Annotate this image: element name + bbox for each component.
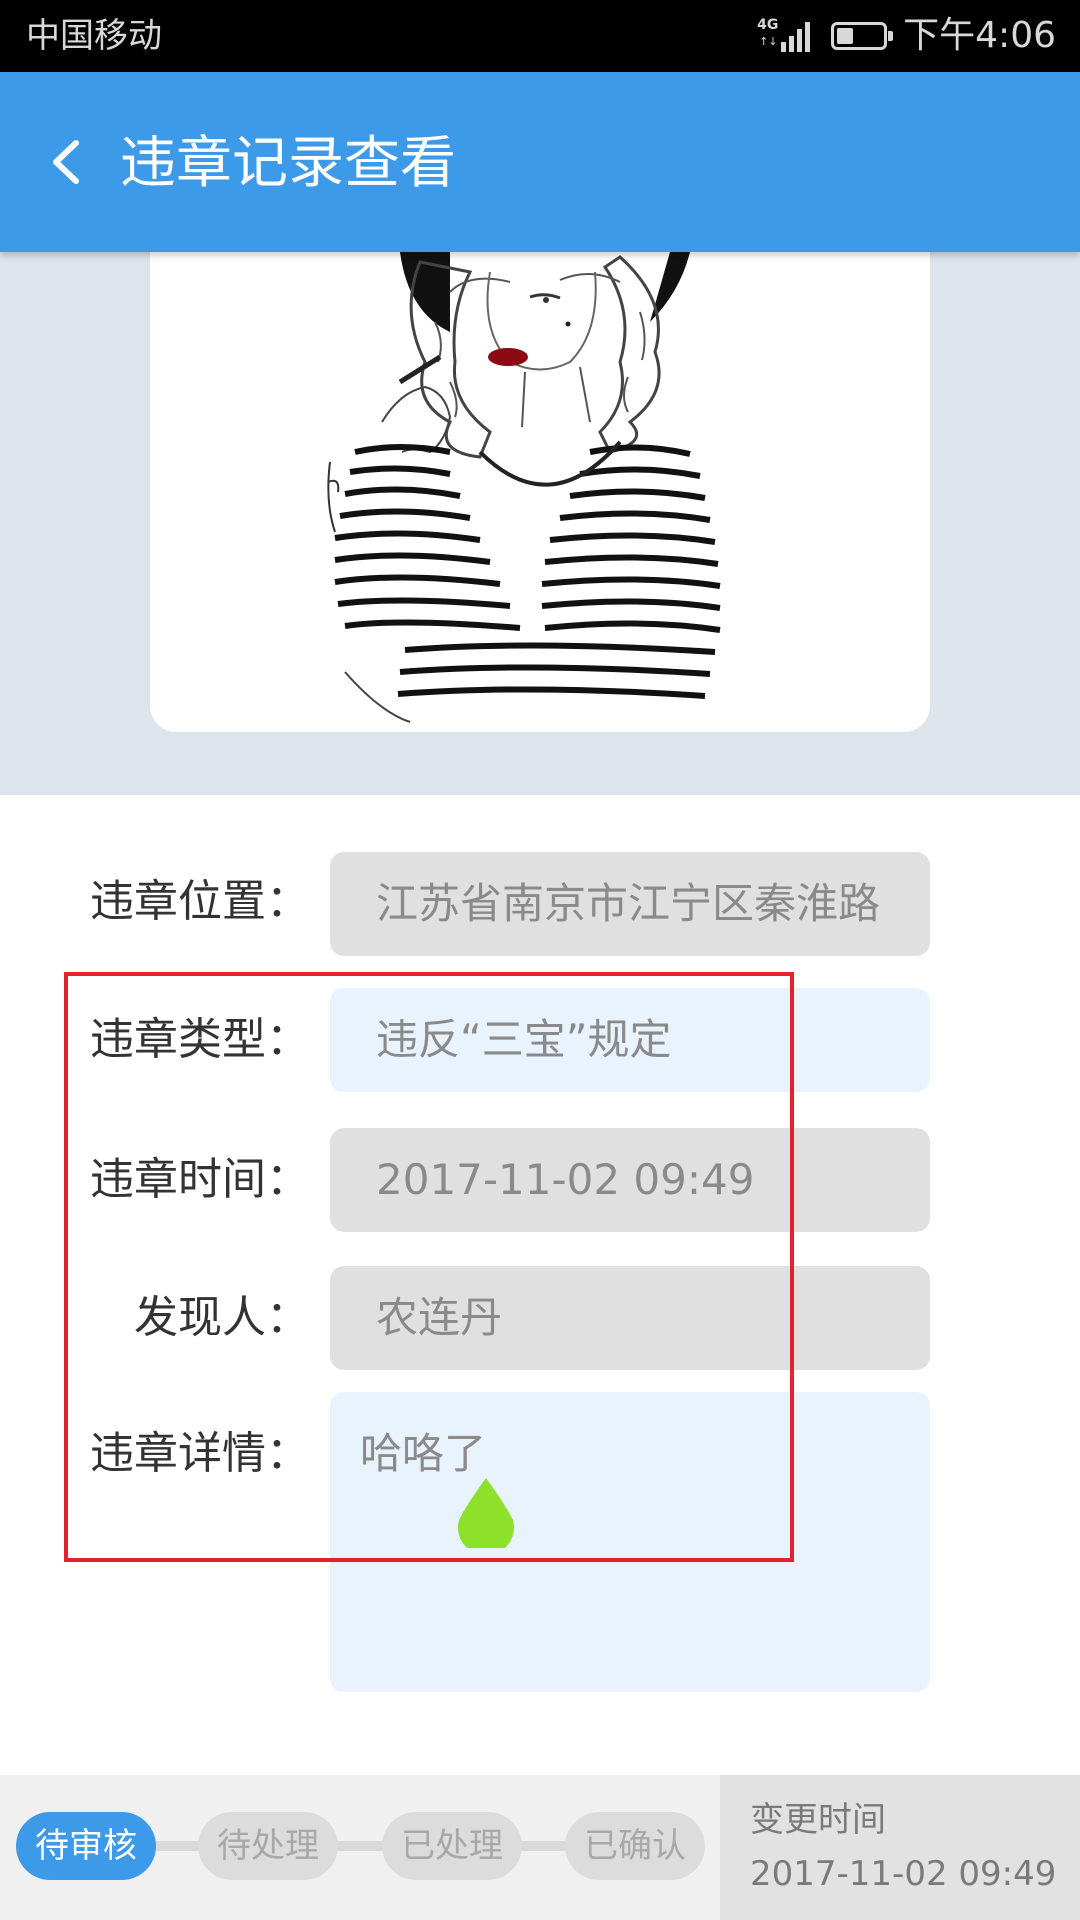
signal-icon: 4G ↑↓ bbox=[757, 16, 813, 56]
carrier-name: 中国移动 bbox=[26, 16, 162, 56]
finder-field[interactable]: 农连丹 bbox=[330, 1266, 930, 1370]
time-field[interactable]: 2017-11-02 09:49 bbox=[330, 1128, 930, 1232]
clock: 下午4:06 bbox=[903, 15, 1056, 56]
step-pending-review[interactable]: 待审核 bbox=[16, 1812, 156, 1880]
violation-photo[interactable] bbox=[150, 252, 930, 732]
step-processed[interactable]: 已处理 bbox=[382, 1812, 522, 1880]
chevron-left-icon bbox=[53, 140, 79, 184]
back-button[interactable] bbox=[38, 122, 94, 202]
photo-section bbox=[0, 252, 1080, 795]
location-label: 违章位置： bbox=[90, 876, 310, 927]
app-header: 违章记录查看 bbox=[0, 72, 1080, 252]
change-time-value: 2017-11-02 09:49 bbox=[750, 1854, 1057, 1894]
portrait-illustration bbox=[327, 252, 721, 723]
touch-point-icon bbox=[458, 1478, 514, 1548]
workflow-bar: 待审核 待处理 已处理 已确认 变更时间 2017-11-02 09:49 bbox=[0, 1775, 1080, 1920]
step-confirmed[interactable]: 已确认 bbox=[565, 1812, 705, 1880]
status-bar: 中国移动 4G ↑↓ 下午4:06 bbox=[0, 0, 1080, 72]
type-label: 违章类型： bbox=[90, 1014, 310, 1065]
detail-text: 哈咯了 bbox=[360, 1429, 487, 1478]
network-type: 4G bbox=[757, 17, 779, 33]
detail-label: 违章详情： bbox=[90, 1428, 310, 1479]
page-title: 违章记录查看 bbox=[120, 131, 456, 196]
step-pending-process[interactable]: 待处理 bbox=[198, 1812, 338, 1880]
time-label: 违章时间： bbox=[90, 1154, 310, 1205]
change-time-label: 变更时间 bbox=[750, 1800, 886, 1840]
status-icons: 4G ↑↓ 下午4:06 bbox=[757, 12, 1056, 60]
location-field[interactable]: 江苏省南京市江宁区秦淮路 bbox=[330, 852, 930, 956]
type-field[interactable]: 违反“三宝”规定 bbox=[330, 988, 930, 1092]
finder-label: 发现人： bbox=[134, 1292, 310, 1343]
detail-textarea[interactable]: 哈咯了 bbox=[330, 1392, 930, 1692]
battery-icon bbox=[831, 22, 894, 50]
change-time-box: 变更时间 2017-11-02 09:49 bbox=[720, 1775, 1080, 1920]
